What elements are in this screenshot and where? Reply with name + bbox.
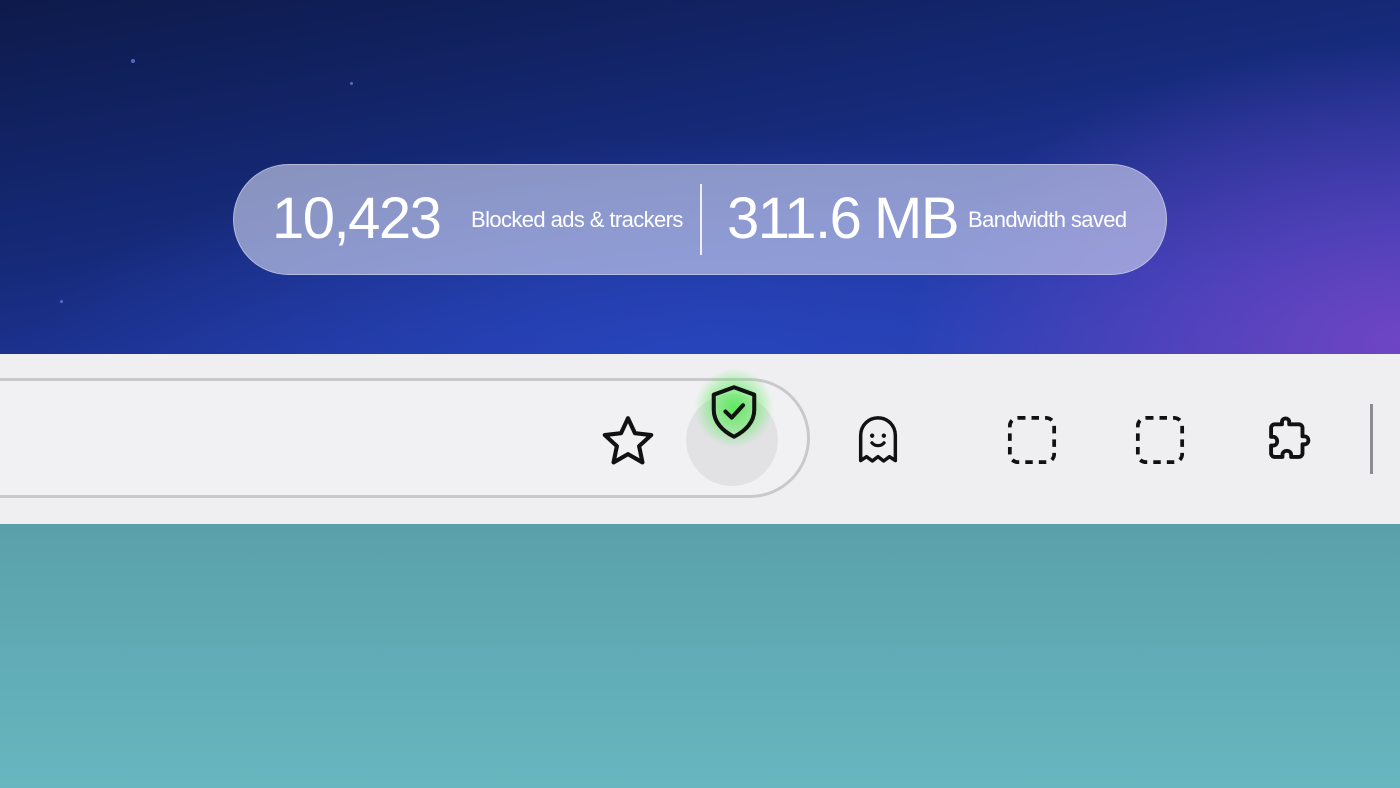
shield-check-icon (711, 385, 757, 439)
bookmark-button[interactable] (596, 410, 660, 474)
stats-divider (700, 184, 702, 255)
bandwidth-value: 311.6 (727, 186, 862, 251)
blocked-count: 10,423 (272, 186, 442, 251)
bandwidth-label: Bandwidth saved (968, 207, 1127, 232)
page-content-area (0, 524, 1400, 788)
dashed-square-icon (1135, 415, 1185, 465)
shields-button[interactable] (704, 380, 764, 444)
browser-screen: 10,423 Blocked ads & trackers 311.6 MB B… (0, 0, 1400, 788)
puzzle-icon (1269, 416, 1311, 459)
private-window-button[interactable] (848, 408, 908, 472)
dashed-square-icon (1007, 415, 1057, 465)
blocked-label: Blocked ads & trackers (471, 207, 683, 232)
toolbar-separator (1370, 404, 1373, 474)
toolbar-slot-button-2[interactable] (1130, 410, 1190, 470)
background-star (131, 59, 135, 63)
star-icon (602, 416, 654, 465)
background-star (60, 300, 63, 303)
background-star (350, 82, 353, 85)
extensions-button[interactable] (1256, 408, 1320, 472)
bandwidth-unit: MB (874, 186, 960, 251)
toolbar-slot-button-1[interactable] (1002, 410, 1062, 470)
ghost-icon (858, 416, 898, 463)
